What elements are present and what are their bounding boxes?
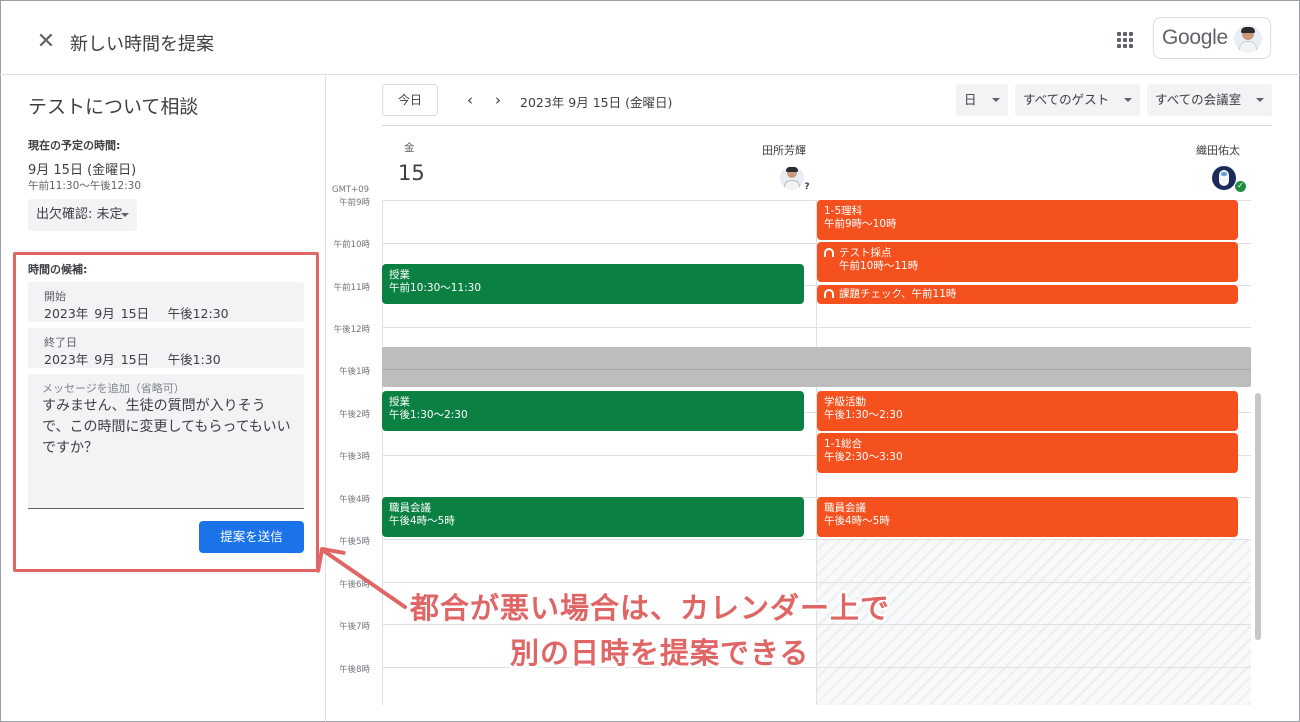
hour-label: 午前11時 <box>333 283 370 293</box>
event-time: 午後4時～5時 <box>824 515 890 527</box>
divider <box>382 125 1272 126</box>
event-time: 午前10:30～11:30 <box>389 282 482 294</box>
caret-down-icon <box>121 213 129 217</box>
hour-label: 午前10時 <box>333 240 370 250</box>
event-time: 午後1:30～2:30 <box>389 409 468 421</box>
rsvp-dropdown[interactable]: 出欠確認: 未定 <box>28 199 137 231</box>
page-title: 新しい時間を提案 <box>70 34 214 55</box>
rooms-dropdown[interactable]: すべての会議室 <box>1147 84 1272 116</box>
event-block[interactable]: 課題チェック、午前11時 <box>817 285 1238 304</box>
hour-label: 午後2時 <box>339 410 370 420</box>
google-logo: Google <box>1162 26 1228 49</box>
headphones-icon <box>824 289 834 298</box>
current-time: 午前11:30～午後12:30 <box>28 180 142 192</box>
hour-label: 午後3時 <box>339 452 370 462</box>
annotation-highlight-box <box>13 252 319 572</box>
event-block[interactable]: 職員会議 午後4時～5時 <box>817 497 1238 537</box>
view-label: 日 <box>964 92 977 107</box>
event-title: 課題チェック、午前11時 <box>839 288 957 300</box>
guests-dropdown[interactable]: すべてのゲスト <box>1015 84 1140 116</box>
close-icon[interactable]: ✕ <box>34 30 58 54</box>
apps-grid-icon[interactable] <box>1115 30 1135 50</box>
account-switcher[interactable]: Google <box>1153 17 1271 59</box>
event-time: 午後2:30～3:30 <box>824 451 903 463</box>
current-date: 9月 15日 (金曜日) <box>28 163 137 178</box>
event-block[interactable]: 授業 午前10:30～11:30 <box>382 264 804 304</box>
event-block[interactable]: 学級活動 午後1:30～2:30 <box>817 391 1238 431</box>
person-name-1: 田所芳輝 <box>762 144 806 157</box>
scrollbar[interactable] <box>1255 393 1261 640</box>
grid-line <box>382 369 1251 370</box>
event-block[interactable]: 1-1総合 午後2:30～3:30 <box>817 433 1238 473</box>
annotation-arrow-icon <box>316 547 407 609</box>
event-time: 午前9時～10時 <box>824 218 897 230</box>
day-number[interactable]: 15 <box>398 161 425 185</box>
current-time-label: 現在の予定の時間: <box>28 139 121 152</box>
headphones-icon <box>824 248 834 257</box>
event-title: 職員会議 <box>389 502 431 514</box>
proposed-time-block[interactable] <box>382 347 1251 387</box>
hour-label: 午後7時 <box>339 622 370 632</box>
avatar <box>1212 166 1236 190</box>
event-title: テストについて相談 <box>28 96 199 118</box>
account-avatar <box>1234 25 1262 53</box>
event-time: 午後4時～5時 <box>389 515 455 527</box>
annotation-text-line1: 都合が悪い場合は、カレンダー上で <box>410 591 891 625</box>
event-title: テスト採点 <box>839 247 892 259</box>
event-title: 職員会議 <box>824 502 866 514</box>
question-badge-icon: ? <box>801 181 813 193</box>
annotation-text-line2: 別の日時を提案できる <box>510 636 810 670</box>
calendar-date: 2023年 9月 15日 (金曜日) <box>520 95 673 110</box>
event-title: 授業 <box>389 396 410 408</box>
event-title: 1-5理科 <box>824 205 863 217</box>
caret-down-icon <box>1124 98 1132 102</box>
event-time: 午後1:30～2:30 <box>824 409 903 421</box>
rooms-label: すべての会議室 <box>1155 92 1242 107</box>
hour-label: 午後4時 <box>339 495 370 505</box>
hour-label: 午後12時 <box>333 325 370 335</box>
event-block[interactable]: テスト採点 午前10時～11時 <box>817 242 1238 282</box>
day-name: 金 <box>404 142 415 154</box>
chevron-left-icon[interactable]: ‹ <box>460 90 480 110</box>
event-title: 1-1総合 <box>824 438 863 450</box>
caret-down-icon <box>992 98 1000 102</box>
event-block[interactable]: 職員会議 午後4時～5時 <box>382 497 804 537</box>
view-dropdown[interactable]: 日 <box>956 84 1008 116</box>
guests-label: すべてのゲスト <box>1023 92 1110 107</box>
hour-label: 午後1時 <box>339 367 370 377</box>
check-badge-icon: ✓ <box>1234 180 1247 193</box>
event-block[interactable]: 1-5理科 午前9時～10時 <box>817 200 1238 240</box>
hour-label: 午前9時 <box>339 198 370 208</box>
event-time: 午前10時～11時 <box>839 260 919 272</box>
today-button[interactable]: 今日 <box>382 84 438 116</box>
hour-label: 午後8時 <box>339 665 370 675</box>
chevron-right-icon[interactable]: › <box>488 90 508 110</box>
person-name-2: 織田佑太 <box>1196 144 1240 157</box>
caret-down-icon <box>1256 98 1264 102</box>
timezone-label: GMT+09 <box>332 185 370 195</box>
rsvp-label: 出欠確認: 未定 <box>36 207 123 222</box>
event-title: 学級活動 <box>824 396 866 408</box>
top-bar: ✕ 新しい時間を提案 Google <box>0 0 1300 75</box>
event-block[interactable]: 授業 午後1:30～2:30 <box>382 391 804 431</box>
event-title: 授業 <box>389 269 410 281</box>
